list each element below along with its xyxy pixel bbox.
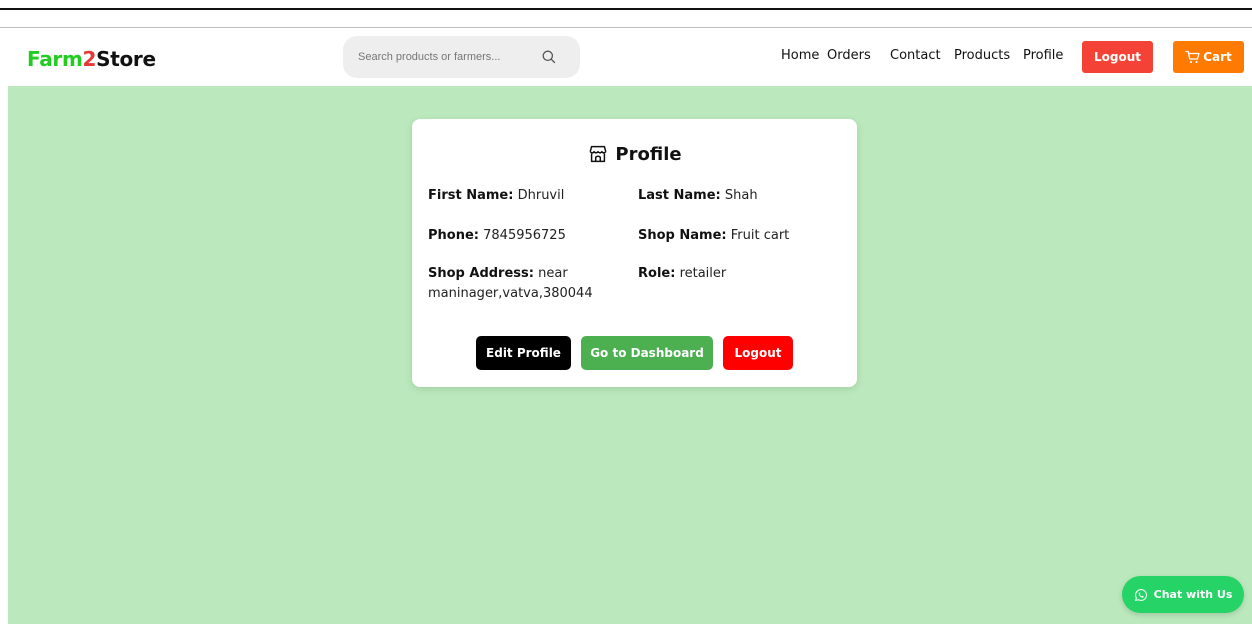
cart-icon bbox=[1185, 50, 1200, 64]
field-label: Shop Name: bbox=[638, 228, 727, 243]
field-last-name: Last Name: Shah bbox=[638, 186, 848, 206]
field-phone: Phone: 7845956725 bbox=[428, 226, 623, 246]
store-icon bbox=[589, 145, 607, 163]
field-label: Shop Address: bbox=[428, 266, 534, 281]
logout-button[interactable]: Logout bbox=[1082, 41, 1153, 73]
nav-link-home[interactable]: Home bbox=[781, 48, 819, 63]
field-label: Last Name: bbox=[638, 188, 721, 203]
brand-part-farm: Farm bbox=[27, 47, 83, 71]
main-content: Profile First Name: Dhruvil Last Name: S… bbox=[8, 86, 1252, 624]
chat-label: Chat with Us bbox=[1153, 588, 1233, 601]
brand-part-2: 2 bbox=[82, 47, 97, 71]
search-bar bbox=[343, 36, 580, 78]
navbar: Farm2Store Home Orders Contact Products … bbox=[8, 28, 1252, 86]
nav-link-profile[interactable]: Profile bbox=[1023, 48, 1063, 63]
top-border-line bbox=[0, 8, 1252, 10]
nav-link-products[interactable]: Products bbox=[954, 48, 1010, 63]
cart-button[interactable]: Cart bbox=[1173, 41, 1244, 73]
field-value: Dhruvil bbox=[517, 188, 565, 203]
profile-title-text: Profile bbox=[615, 143, 682, 165]
field-shop-name: Shop Name: Fruit cart bbox=[638, 226, 848, 246]
cart-label: Cart bbox=[1203, 50, 1232, 64]
field-value: Fruit cart bbox=[730, 228, 790, 243]
field-value: Shah bbox=[724, 188, 758, 203]
field-value: 7845956725 bbox=[483, 228, 566, 243]
field-label: Role: bbox=[638, 266, 676, 281]
profile-title: Profile bbox=[412, 141, 857, 167]
field-shop-address: Shop Address: near maninager,vatva,38004… bbox=[428, 264, 628, 304]
field-label: First Name: bbox=[428, 188, 514, 203]
edit-profile-button[interactable]: Edit Profile bbox=[476, 336, 571, 370]
search-icon[interactable] bbox=[541, 49, 557, 65]
nav-link-orders[interactable]: Orders bbox=[827, 48, 871, 63]
brand-logo[interactable]: Farm2Store bbox=[27, 47, 156, 71]
field-first-name: First Name: Dhruvil bbox=[428, 186, 623, 206]
chat-with-us-button[interactable]: Chat with Us bbox=[1122, 576, 1244, 613]
nav-link-contact[interactable]: Contact bbox=[890, 48, 941, 63]
profile-card: Profile First Name: Dhruvil Last Name: S… bbox=[412, 119, 857, 387]
field-value: retailer bbox=[679, 266, 727, 281]
search-input[interactable] bbox=[343, 36, 533, 78]
whatsapp-icon bbox=[1134, 588, 1147, 601]
brand-part-store: Store bbox=[96, 47, 156, 71]
field-role: Role: retailer bbox=[638, 264, 848, 284]
profile-logout-button[interactable]: Logout bbox=[723, 336, 793, 370]
field-label: Phone: bbox=[428, 228, 479, 243]
go-to-dashboard-button[interactable]: Go to Dashboard bbox=[581, 336, 713, 370]
